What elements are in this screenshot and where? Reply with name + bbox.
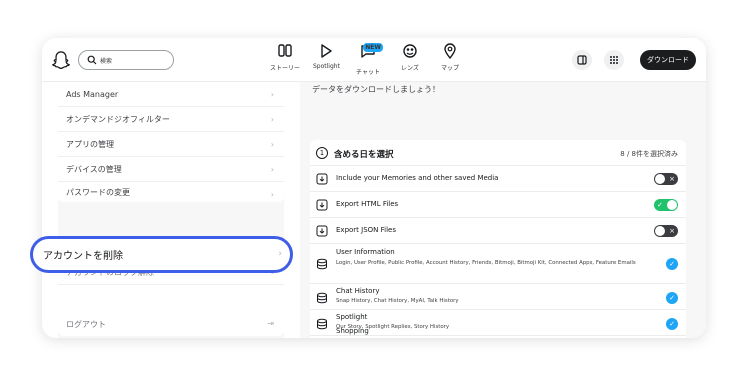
nav-stories[interactable]: ストーリー <box>270 42 300 72</box>
ghost-logo-icon[interactable] <box>52 50 70 70</box>
option-row-memories: Include your Memories and other saved Me… <box>310 166 686 192</box>
lens-icon <box>403 44 417 58</box>
download-button[interactable]: ダウンロード <box>640 50 696 70</box>
chevron-right-icon: › <box>270 190 274 199</box>
download-box-icon <box>316 173 328 185</box>
spotlight-icon <box>321 44 333 58</box>
selected-check-icon[interactable]: ✓ <box>666 292 678 304</box>
memories-toggle[interactable]: × <box>654 173 678 185</box>
delete-account-item[interactable]: アカウントを削除 › <box>30 236 293 273</box>
menu-item-label: アプリの管理 <box>66 139 114 149</box>
menu-item-device-management[interactable]: デバイスの管理 › <box>58 157 284 182</box>
category-title: Shopping <box>336 327 369 335</box>
nav-lens[interactable]: レンズ <box>401 42 419 72</box>
menu-item-label: Ads Manager <box>66 89 119 99</box>
selected-check-icon[interactable]: ✓ <box>666 318 678 330</box>
x-icon: × <box>669 227 675 235</box>
sidebar-toggle-button[interactable] <box>572 50 592 70</box>
option-row-html: Export HTML Files ✓ <box>310 192 686 218</box>
x-icon: × <box>669 175 675 183</box>
nav-stories-label: ストーリー <box>270 65 301 72</box>
search-box[interactable]: 検索 <box>78 50 174 70</box>
nav-lens-label: レンズ <box>401 65 419 72</box>
option-title: Export JSON Files <box>336 226 396 234</box>
category-row-shopping[interactable]: Shopping <box>310 327 686 338</box>
category-details: Snap History, Chat History, MyAI, Talk H… <box>336 298 459 304</box>
option-title: Include your Memories and other saved Me… <box>336 174 499 182</box>
menu-item-change-password[interactable]: パスワードの変更 › <box>58 182 284 202</box>
menu-item-geofilter[interactable]: オンデマンドジオフィルター › <box>58 107 284 132</box>
nav-chat[interactable]: NEW チャット <box>356 42 383 76</box>
menu-item-logout[interactable]: ログアウト ⇥ <box>58 312 284 336</box>
option-title: Export HTML Files <box>336 200 399 208</box>
nav-map[interactable]: マップ <box>441 42 459 72</box>
check-icon: ✓ <box>657 201 663 209</box>
download-box-icon <box>316 225 328 237</box>
map-pin-icon <box>444 43 456 60</box>
search-placeholder: 検索 <box>100 57 113 65</box>
category-title: Spotlight <box>336 313 368 321</box>
settings-sidebar: Ads Manager › オンデマンドジオフィルター › アプリの管理 › デ… <box>58 82 284 338</box>
sidebar-toggle-icon <box>577 55 587 65</box>
panel-header: 1 含める日を選択 8 / 8件を選択済み <box>310 140 686 166</box>
top-bar: 検索 ストーリー Spotlight NEW チャット レンズ マップ ダウンロ… <box>42 38 706 82</box>
selected-count: 8 / 8件を選択済み <box>620 150 678 158</box>
database-icon <box>317 318 327 330</box>
menu-item-label: パスワードの変更 <box>66 187 130 197</box>
database-icon <box>317 292 327 304</box>
toggle-knob <box>655 226 665 236</box>
selected-check-icon[interactable]: ✓ <box>666 258 678 270</box>
download-box-icon <box>316 199 328 211</box>
new-badge: NEW <box>363 43 383 52</box>
category-title: Chat History <box>336 287 380 295</box>
settings-menu: Ads Manager › オンデマンドジオフィルター › アプリの管理 › デ… <box>58 82 284 202</box>
chevron-right-icon: › <box>270 115 274 124</box>
grid-icon <box>610 56 618 64</box>
delete-account-label: アカウントを削除 <box>43 251 123 262</box>
nav-chat-label: チャット <box>356 69 380 76</box>
chevron-right-icon: › <box>278 249 282 259</box>
category-row-user-info[interactable]: User Information Login, User Profile, Pu… <box>310 244 686 284</box>
app-window: 検索 ストーリー Spotlight NEW チャット レンズ マップ ダウンロ… <box>42 38 706 338</box>
toggle-knob <box>667 200 677 210</box>
data-selection-card: 1 含める日を選択 8 / 8件を選択済み Include your Memor… <box>310 140 686 338</box>
step-number: 1 <box>316 147 328 159</box>
stories-icon <box>278 44 292 57</box>
download-data-panel: データをダウンロードしましょう！ 1 含める日を選択 8 / 8件を選択済み I… <box>300 82 706 338</box>
database-icon <box>317 258 327 270</box>
intro-text: データをダウンロードしましょう！ <box>312 85 440 94</box>
nav-map-label: マップ <box>441 65 460 72</box>
category-row-chat-history[interactable]: Chat History Snap History, Chat History,… <box>310 284 686 310</box>
category-details: Login, User Profile, Public Profile, Acc… <box>336 260 636 266</box>
category-title: User Information <box>336 248 395 256</box>
logout-icon: ⇥ <box>267 319 274 328</box>
html-toggle[interactable]: ✓ <box>654 199 678 211</box>
category-details: Our Story, Spotlight Replies, Story Hist… <box>336 324 450 330</box>
panel-title: 含める日を選択 <box>334 150 394 160</box>
apps-grid-button[interactable] <box>604 50 624 70</box>
chevron-right-icon: › <box>270 140 274 149</box>
json-toggle[interactable]: × <box>654 225 678 237</box>
menu-item-app-management[interactable]: アプリの管理 › <box>58 132 284 157</box>
nav-spotlight[interactable]: Spotlight <box>313 42 340 70</box>
menu-item-ads-manager[interactable]: Ads Manager › <box>58 82 284 107</box>
nav-spotlight-label: Spotlight <box>313 63 340 70</box>
menu-item-label: オンデマンドジオフィルター <box>66 114 170 124</box>
logout-label: ログアウト <box>66 319 106 329</box>
search-icon <box>87 55 97 65</box>
menu-item-label: デバイスの管理 <box>66 164 122 174</box>
chevron-right-icon: › <box>270 165 274 174</box>
option-row-json: Export JSON Files × <box>310 218 686 244</box>
chevron-right-icon: › <box>270 90 274 99</box>
toggle-knob <box>655 174 665 184</box>
